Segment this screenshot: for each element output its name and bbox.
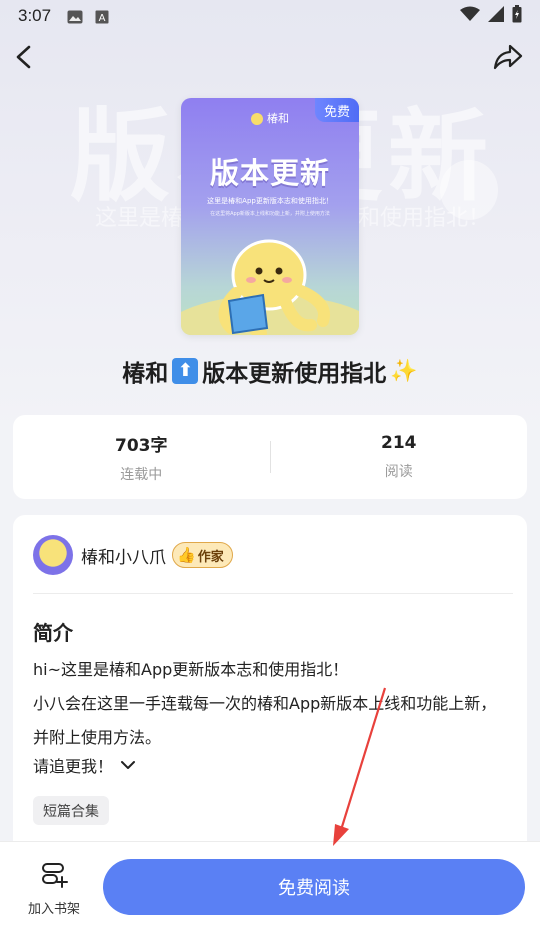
cover-brand-label: 椿和 xyxy=(267,112,289,125)
book-title-main: 版本更新使用指北 xyxy=(202,361,387,387)
book-title-prefix: 椿和 xyxy=(122,361,169,387)
cover-subtitle: 这里是椿和App更新版本志和使用指北！ xyxy=(207,197,333,205)
bottom-bar: 加入书架 免费阅读 xyxy=(0,841,540,930)
serial-status-label: 连载中 xyxy=(120,466,163,483)
free-read-button[interactable]: 免费阅读 xyxy=(103,859,525,915)
word-count-stat: 703字 连载中 xyxy=(13,431,270,484)
expand-intro-label: 请追更我！ xyxy=(33,757,114,776)
add-to-shelf-label: 加入书架 xyxy=(27,902,80,917)
cover-subtitle-small: 在这里将App新版本上线和功能上新，并附上使用方法 xyxy=(210,211,330,217)
author-badge: 👍 作家 xyxy=(172,542,233,568)
share-icon xyxy=(493,44,523,70)
free-badge: 免费 xyxy=(315,98,359,122)
info-card: 椿和小八爪 👍 作家 简介 hi~这里是椿和App更新版本志和使用指北！ 小八会… xyxy=(13,515,527,855)
genre-tag[interactable]: 短篇合集 xyxy=(33,796,109,825)
intro-text: hi~这里是椿和App更新版本志和使用指北！ 小八会在这里一手连载每一次的椿和A… xyxy=(33,653,503,755)
status-bar: 3:07 A xyxy=(0,0,540,32)
divider xyxy=(33,593,513,594)
octopus-mascot-icon xyxy=(218,239,330,335)
intro-line-1: hi~这里是椿和App更新版本志和使用指北！ xyxy=(33,660,349,679)
wifi-icon xyxy=(460,6,480,27)
read-count-value: 214 xyxy=(381,433,417,453)
chevron-down-icon xyxy=(121,761,136,769)
stats-card: 703字 连载中 214 阅读 xyxy=(13,415,527,499)
read-count-label: 阅读 xyxy=(384,464,413,480)
signal-icon xyxy=(488,5,504,27)
intro-line-2: 小八会在这里一手连载每一次的椿和App新版本上线和功能上新，并附上使用方法。 xyxy=(33,694,497,747)
hero-background-mascot xyxy=(440,160,498,220)
read-count-stat: 214 阅读 xyxy=(271,433,528,481)
author-name[interactable]: 椿和小八爪 xyxy=(81,543,166,568)
book-cover[interactable]: 椿和 版本更新 这里是椿和App更新版本志和使用指北！ 在这里将App新版本上线… xyxy=(181,98,359,335)
add-to-shelf-button[interactable]: 加入书架 xyxy=(18,862,90,917)
brand-logo-icon xyxy=(251,113,263,125)
word-count-value: 703字 xyxy=(115,435,168,456)
status-time: 3:07 xyxy=(18,6,52,25)
share-button[interactable] xyxy=(490,40,526,76)
intro-title: 简介 xyxy=(33,621,73,645)
chevron-left-icon xyxy=(16,45,31,69)
author-row[interactable]: 椿和小八爪 👍 作家 xyxy=(33,535,233,575)
author-badge-label: 作家 xyxy=(197,549,224,565)
avatar[interactable] xyxy=(33,535,73,575)
battery-icon xyxy=(512,4,522,28)
svg-text:A: A xyxy=(99,13,106,24)
back-button[interactable] xyxy=(10,40,46,76)
sparkles-icon: ✨ xyxy=(390,358,418,384)
book-title: 椿和 ⬆ 版本更新使用指北 ✨ xyxy=(0,354,540,388)
thumbs-up-icon: 👍 xyxy=(177,546,196,564)
bookshelf-add-icon xyxy=(42,863,68,888)
cover-title: 版本更新 xyxy=(209,156,330,190)
font-icon: A xyxy=(95,9,111,24)
arrow-up-icon: ⬆ xyxy=(172,358,199,384)
image-icon xyxy=(67,9,83,24)
expand-intro-button[interactable]: 请追更我！ xyxy=(33,753,137,777)
